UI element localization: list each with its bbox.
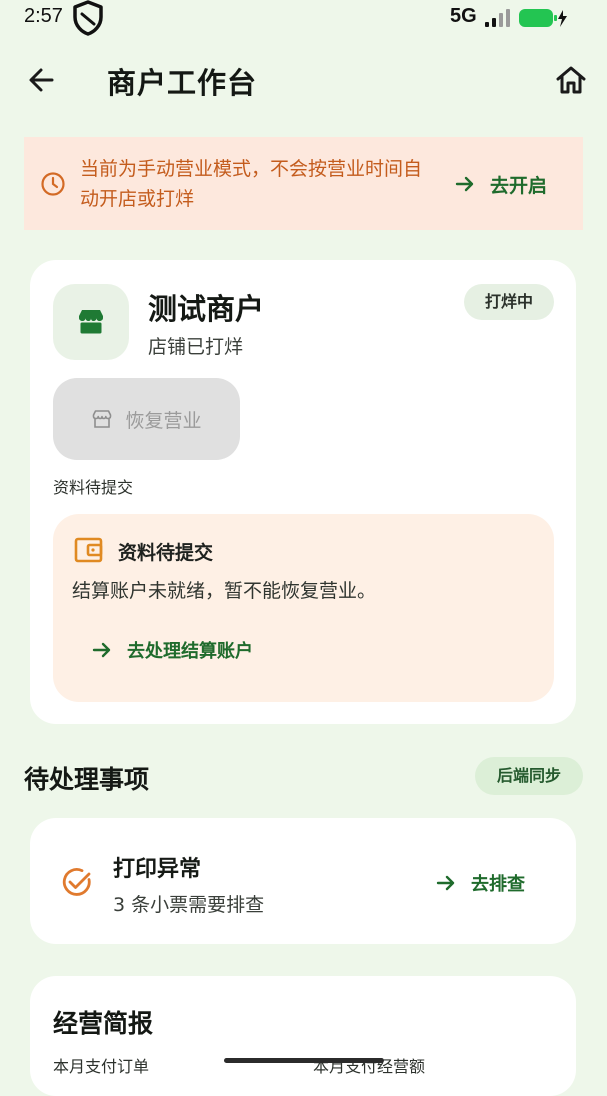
enable-auto-mode-label: 去开启	[490, 174, 548, 197]
todo-item-print-error: 打印异常 3 条小票需要排查 去排查	[30, 818, 576, 944]
todo-section-title: 待处理事项	[24, 765, 150, 794]
pending-description: 结算账户未就绪，暂不能恢复营业。	[72, 580, 377, 602]
storefront-icon	[79, 310, 103, 334]
signal-icon	[485, 9, 510, 27]
resume-business-label: 恢复营业	[125, 409, 202, 432]
backend-sync-badge[interactable]: 后端同步	[475, 757, 583, 795]
wallet-icon	[74, 537, 103, 563]
manual-mode-notice: 当前为手动营业模式，不会按营业时间自动开店或打烊 去开启	[24, 137, 583, 230]
summary-label-monthly-revenue: 本月支付经营额	[313, 1057, 426, 1076]
check-circle-icon	[62, 868, 91, 896]
pending-info-panel: 资料待提交 结算账户未就绪，暂不能恢复营业。 去处理结算账户	[53, 514, 554, 702]
store-status-badge: 打烊中	[464, 284, 554, 320]
status-bar: 2:57 5G	[0, 0, 607, 36]
pending-caption: 资料待提交	[53, 478, 134, 497]
store-card: 测试商户 店铺已打烊 打烊中 恢复营业 资料待提交 资料待提交 结算账户未就绪，…	[30, 260, 576, 724]
store-name: 测试商户	[148, 292, 265, 326]
home-icon[interactable]	[553, 62, 589, 98]
back-arrow-icon[interactable]	[24, 62, 60, 98]
arrow-right-icon	[92, 642, 111, 658]
home-indicator[interactable]	[224, 1058, 384, 1063]
resume-business-button[interactable]: 恢复营业	[53, 378, 240, 460]
status-time: 2:57	[24, 5, 63, 27]
storefront-outline-icon	[93, 410, 112, 428]
notice-text: 当前为手动营业模式，不会按营业时间自动开店或打烊	[80, 158, 423, 210]
pending-title: 资料待提交	[118, 542, 214, 564]
todo-title: 打印异常	[113, 857, 202, 882]
arrow-right-icon	[436, 875, 455, 891]
todo-description: 3 条小票需要排查	[113, 894, 265, 916]
network-label: 5G	[450, 5, 477, 27]
clock-icon	[41, 172, 65, 196]
store-avatar	[53, 284, 129, 360]
business-summary-card: 经营简报 本月支付订单 本月支付经营额	[30, 976, 576, 1096]
battery-charging-icon	[519, 9, 567, 27]
arrow-right-icon	[455, 176, 474, 192]
store-status-text: 店铺已打烊	[148, 336, 244, 358]
investigate-button[interactable]: 去排查	[435, 869, 525, 897]
summary-label-monthly-orders: 本月支付订单	[53, 1057, 150, 1076]
page-title: 商户工作台	[107, 66, 258, 100]
settlement-account-button[interactable]: 去处理结算账户	[91, 636, 253, 664]
summary-title: 经营简报	[53, 1009, 154, 1038]
enable-auto-mode-button[interactable]: 去开启	[454, 170, 547, 198]
settlement-account-label: 去处理结算账户	[127, 641, 253, 662]
investigate-label: 去排查	[471, 874, 525, 895]
app-bar: 商户工作台	[0, 52, 607, 108]
shield-icon	[73, 0, 103, 36]
